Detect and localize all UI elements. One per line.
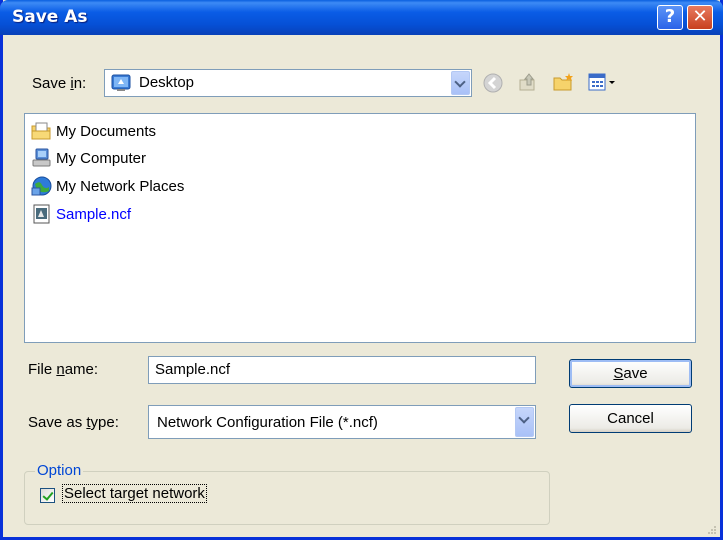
save-as-type-value: Network Configuration File (*.ncf) <box>157 414 378 431</box>
save-type-label-pre: Save as <box>28 414 87 431</box>
help-button[interactable]: ? <box>657 5 683 30</box>
save-as-type-dropdown-arrow[interactable] <box>515 407 534 437</box>
file-name-label: File name: <box>28 361 98 378</box>
close-button[interactable]: ✕ <box>687 5 713 30</box>
new-folder-icon[interactable] <box>552 71 574 93</box>
cancel-button[interactable]: Cancel <box>569 404 692 433</box>
save-button-label: ave <box>623 365 648 382</box>
save-type-label-post: ype: <box>90 414 119 431</box>
desktop-icon <box>111 73 133 97</box>
file-name-sample-ncf: Sample.ncf <box>56 205 132 223</box>
select-target-network-label[interactable]: Select target network <box>62 484 207 503</box>
my-documents-icon <box>31 120 53 142</box>
save-in-label-pre: Save <box>32 75 71 92</box>
my-computer-icon <box>31 147 53 169</box>
file-name-my-network-places: My Network Places <box>56 177 185 195</box>
list-item-my-network-places[interactable]: My Network Places <box>31 174 184 198</box>
list-item-my-documents[interactable]: My Documents <box>31 119 156 143</box>
back-icon[interactable] <box>482 72 504 94</box>
save-in-dropdown[interactable]: Desktop <box>104 69 472 97</box>
save-button-access: S <box>613 365 624 382</box>
file-name-my-documents: My Documents <box>56 122 157 140</box>
dialog-title: Save As <box>12 7 88 27</box>
save-button[interactable]: Save <box>569 359 692 388</box>
network-places-icon <box>31 175 53 197</box>
option-group-label: Option <box>35 462 84 479</box>
file-name-label-post: ame: <box>64 361 99 378</box>
save-in-dropdown-arrow[interactable] <box>451 71 470 95</box>
file-name-label-access: n <box>56 361 65 378</box>
save-in-value: Desktop <box>139 74 195 91</box>
views-menu-icon[interactable] <box>587 71 621 93</box>
select-target-network-checkbox[interactable] <box>40 488 55 503</box>
title-bar[interactable]: Save As ? ✕ <box>0 0 723 35</box>
file-list[interactable]: My Documents My Computer My Network Plac… <box>24 113 696 343</box>
file-name-label-pre: File <box>28 361 57 378</box>
ncf-file-icon <box>31 203 53 225</box>
file-name-my-computer: My Computer <box>56 149 147 167</box>
save-as-type-dropdown[interactable]: Network Configuration File (*.ncf) <box>148 405 536 439</box>
save-in-label: Save in: <box>32 75 86 92</box>
resize-grip-icon[interactable] <box>705 522 717 534</box>
save-as-type-label: Save as type: <box>28 414 119 431</box>
list-item-my-computer[interactable]: My Computer <box>31 146 146 170</box>
list-item-sample-ncf[interactable]: Sample.ncf <box>31 202 131 226</box>
file-name-input[interactable]: Sample.ncf <box>148 356 536 384</box>
save-in-label-post: n: <box>73 75 87 92</box>
up-folder-icon[interactable] <box>517 71 539 93</box>
